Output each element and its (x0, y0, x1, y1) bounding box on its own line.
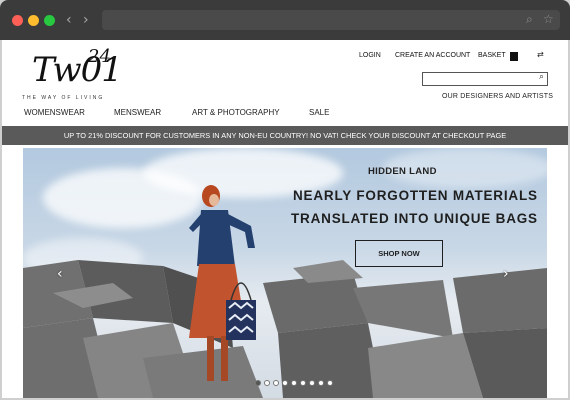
shop-now-button[interactable]: SHOP NOW (355, 240, 443, 267)
slider-prev-icon[interactable]: ‹ (57, 266, 63, 282)
slider-next-icon[interactable]: › (503, 266, 509, 282)
hero-slider: HIDDEN LAND NEARLY FORGOTTEN MATERIALS T… (23, 148, 547, 398)
slider-dot[interactable] (300, 380, 306, 386)
close-window-button[interactable] (12, 15, 23, 26)
forward-arrow-icon[interactable]: › (83, 12, 89, 28)
back-arrow-icon[interactable]: ‹ (66, 12, 72, 28)
create-account-link[interactable]: CREATE AN ACCOUNT (395, 52, 470, 59)
basket-icon[interactable] (510, 52, 518, 61)
slider-dot[interactable] (327, 380, 333, 386)
site-logo[interactable]: Tw01 24 THE WAY OF LIVING (22, 46, 132, 104)
slider-dot[interactable] (273, 380, 279, 386)
slider-dot[interactable] (318, 380, 324, 386)
browser-chrome: ‹ › ⌕ ☆ (0, 0, 570, 40)
logo-number: 24 (88, 46, 111, 67)
logo-tagline: THE WAY OF LIVING (22, 95, 105, 101)
nav-womenswear[interactable]: WOMENSWEAR (24, 108, 85, 117)
slider-pagination (255, 380, 333, 386)
hero-kicker: HIDDEN LAND (368, 166, 437, 177)
login-link[interactable]: LOGIN (359, 52, 381, 59)
basket-link[interactable]: BASKET (478, 52, 506, 59)
promo-banner: UP TO 21% DISCOUNT FOR CUSTOMERS IN ANY … (2, 126, 568, 145)
star-icon[interactable]: ☆ (543, 12, 554, 26)
slider-dot[interactable] (282, 380, 288, 386)
nav-menswear[interactable]: MENSWEAR (114, 108, 161, 117)
address-bar[interactable]: ⌕ ☆ (102, 10, 560, 30)
language-icon[interactable]: ⇄ (537, 50, 544, 59)
slider-dot[interactable] (309, 380, 315, 386)
hero-headline-line-1: NEARLY FORGOTTEN MATERIALS (293, 188, 538, 203)
nav-sale[interactable]: SALE (309, 108, 329, 117)
search-icon[interactable]: ⌕ (539, 72, 544, 82)
nav-art-photography[interactable]: ART & PHOTOGRAPHY (192, 108, 280, 117)
slider-dot[interactable] (255, 380, 261, 386)
slider-dot[interactable] (291, 380, 297, 386)
browser-window: ‹ › ⌕ ☆ Tw01 24 THE WAY OF LIVING LOGIN … (0, 0, 570, 400)
designers-link[interactable]: OUR DESIGNERS AND ARTISTS (442, 93, 553, 100)
hero-headline-line-2: TRANSLATED INTO UNIQUE BAGS (291, 211, 538, 226)
search-icon[interactable]: ⌕ (526, 12, 533, 27)
maximize-window-button[interactable] (44, 15, 55, 26)
slider-dot[interactable] (264, 380, 270, 386)
web-page: Tw01 24 THE WAY OF LIVING LOGIN CREATE A… (2, 40, 568, 398)
minimize-window-button[interactable] (28, 15, 39, 26)
search-input[interactable]: ⌕ (422, 72, 548, 86)
hero-photo (23, 185, 547, 398)
